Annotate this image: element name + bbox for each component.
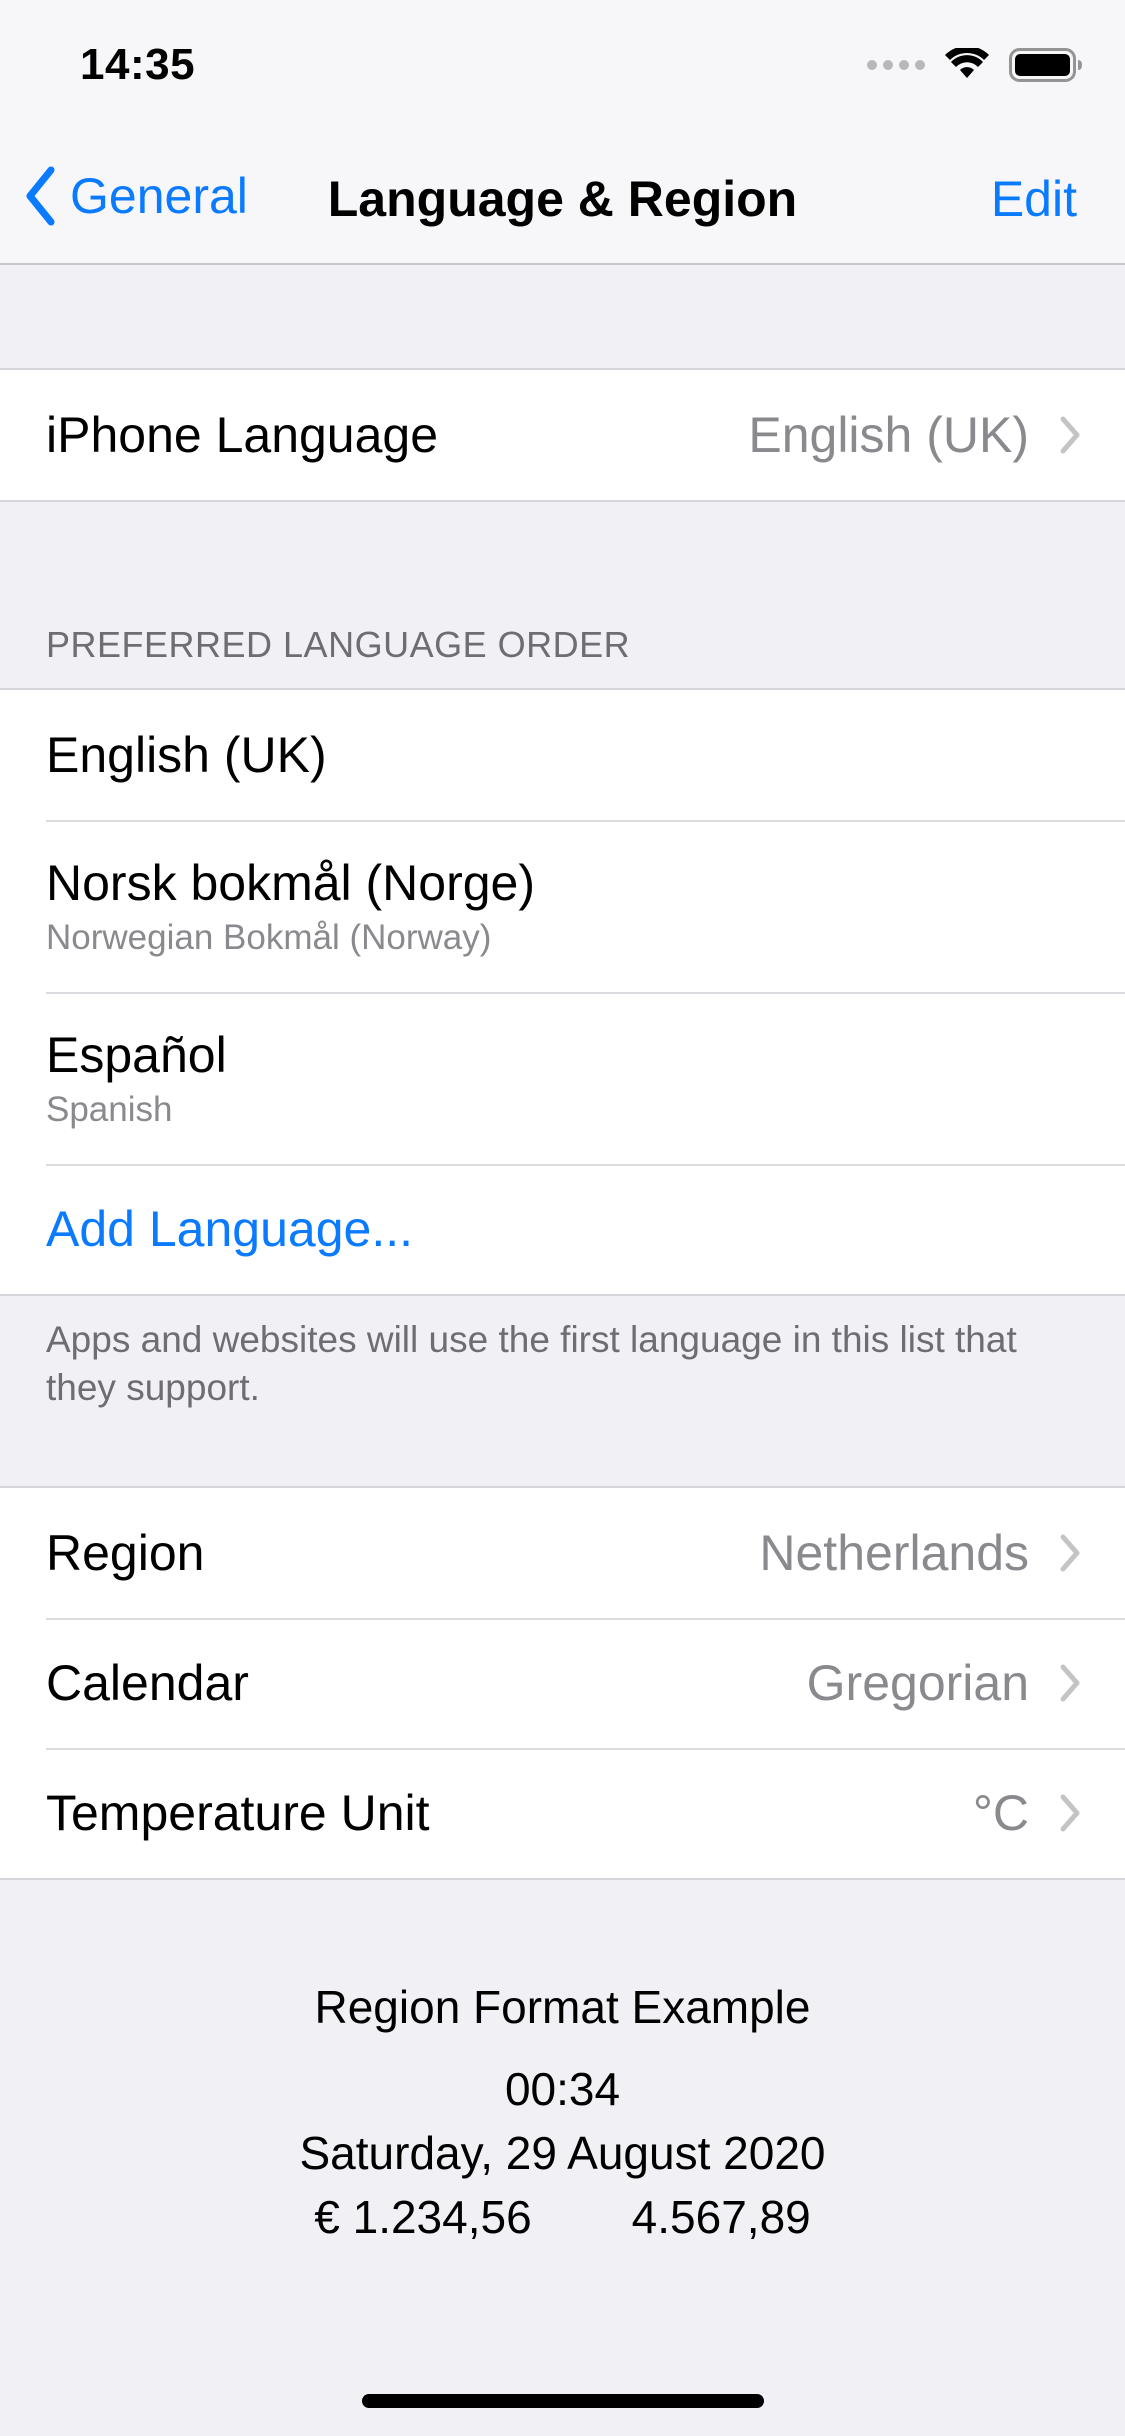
status-bar: 14:35: [0, 0, 1125, 132]
language-item-english[interactable]: English (UK): [0, 690, 1125, 820]
temperature-unit-value: °C: [972, 1785, 1029, 1841]
status-time: 14:35: [80, 40, 196, 89]
calendar-label: Calendar: [46, 1655, 249, 1711]
language-item-label: Español: [46, 1027, 227, 1083]
language-item-label: English (UK): [46, 727, 327, 783]
region-format-example: Region Format Example 00:34 Saturday, 29…: [0, 1980, 1125, 2244]
add-language-button[interactable]: Add Language...: [0, 1164, 1125, 1294]
region-settings-group: Region Netherlands Calendar Gregorian Te…: [0, 1486, 1125, 1880]
calendar-row[interactable]: Calendar Gregorian: [0, 1618, 1125, 1748]
wifi-icon: [945, 48, 989, 78]
edit-button[interactable]: Edit: [991, 170, 1077, 228]
language-item-label: Norsk bokmål (Norge): [46, 855, 536, 911]
battery-icon: [1009, 48, 1082, 82]
region-row[interactable]: Region Netherlands: [0, 1488, 1125, 1618]
region-label: Region: [46, 1525, 205, 1581]
home-indicator[interactable]: [362, 2394, 764, 2408]
iphone-language-group: iPhone Language English (UK): [0, 368, 1125, 502]
chevron-right-icon: [1059, 1793, 1081, 1833]
format-example-time: 00:34: [504, 2063, 621, 2115]
format-example-title: Region Format Example: [314, 1981, 811, 2033]
format-example-date: Saturday, 29 August 2020: [299, 2127, 826, 2179]
preferred-language-header: PREFERRED LANGUAGE ORDER: [46, 624, 631, 665]
language-item-subtitle: Spanish: [46, 1090, 173, 1129]
back-button[interactable]: General: [24, 166, 248, 226]
format-example-currency: € 1.234,56: [314, 2191, 532, 2243]
iphone-language-label: iPhone Language: [46, 407, 439, 463]
preferred-language-group: English (UK) Norsk bokmål (Norge) Norweg…: [0, 688, 1125, 1296]
temperature-unit-row[interactable]: Temperature Unit °C: [0, 1748, 1125, 1878]
signal-dots-icon: [867, 60, 925, 70]
preferred-language-footer: Apps and websites will use the first lan…: [46, 1319, 1017, 1408]
temperature-unit-label: Temperature Unit: [46, 1785, 430, 1841]
chevron-right-icon: [1059, 1533, 1081, 1573]
chevron-left-icon: [26, 166, 55, 226]
language-item-subtitle: Norwegian Bokmål (Norway): [46, 918, 492, 957]
language-item-espanol[interactable]: Español Spanish: [0, 992, 1125, 1164]
chevron-right-icon: [1059, 415, 1081, 455]
format-example-numbers: € 1.234,56 4.567,89: [0, 2190, 1125, 2244]
chevron-right-icon: [1059, 1663, 1081, 1703]
region-value: Netherlands: [759, 1525, 1029, 1581]
format-example-number: 4.567,89: [631, 2191, 811, 2243]
status-icons: [867, 48, 1083, 82]
calendar-value: Gregorian: [806, 1655, 1029, 1711]
iphone-language-value: English (UK): [748, 407, 1029, 463]
iphone-language-row[interactable]: iPhone Language English (UK): [0, 370, 1125, 500]
language-item-norsk[interactable]: Norsk bokmål (Norge) Norwegian Bokmål (N…: [0, 820, 1125, 992]
back-button-label: General: [70, 168, 248, 224]
navigation-bar: General Language & Region Edit: [0, 132, 1125, 265]
add-language-label: Add Language...: [46, 1201, 413, 1257]
settings-screen: 14:35 General Language & Region Edit iPh…: [0, 0, 1125, 2436]
